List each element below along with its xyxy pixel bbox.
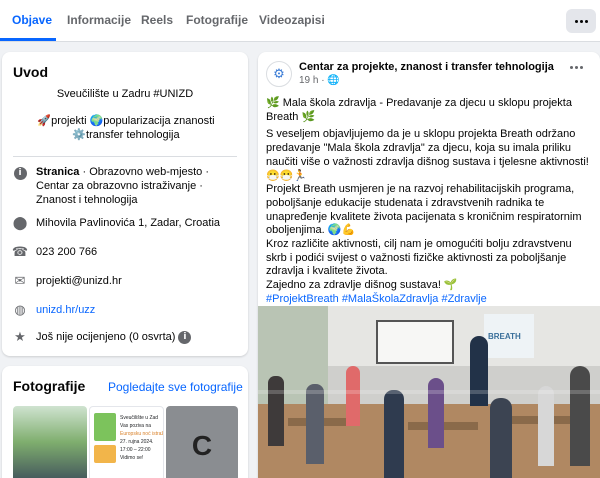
poster-text: Vas poziva na xyxy=(120,423,152,429)
post-timestamp[interactable]: 19 h · 🌐 xyxy=(299,75,340,86)
post-body: 🌿 Mala škola zdravlja - Predavanje za dj… xyxy=(266,97,594,334)
post-closing: Zajedno za zdravlje dišnog sustava! 🌱 xyxy=(266,279,458,292)
post-title-line: 🌿 Mala škola zdravlja - Predavanje za dj… xyxy=(266,97,572,123)
post-paragraph: Kroz različite aktivnosti, cilj nam je o… xyxy=(266,238,572,278)
poster-text: Europsku noć istraž xyxy=(120,431,164,437)
poster-graphic xyxy=(94,413,116,441)
tab-objave[interactable]: Objave xyxy=(12,13,52,27)
post-photo[interactable]: BREATH xyxy=(258,306,600,478)
banner: BREATH xyxy=(484,314,534,358)
tab-fotografije[interactable]: Fotografije xyxy=(186,13,248,27)
photo-thumbnail[interactable]: C xyxy=(166,406,238,478)
tab-informacije[interactable]: Informacije xyxy=(67,13,131,27)
address-text: Mihovila Pavlinovića 1, Zadar, Croatia xyxy=(36,217,221,229)
thumbnail-letter: C xyxy=(191,430,213,461)
active-tab-indicator xyxy=(0,38,56,41)
more-icon xyxy=(574,19,588,23)
location-pin-icon: ⬤ xyxy=(12,216,28,231)
intro-card: Uvod Sveučilište u Zadru #UNIZD 🚀projekt… xyxy=(2,52,248,356)
post-options-button[interactable] xyxy=(570,66,583,69)
intro-bio-line1: Sveučilište u Zadru #UNIZD xyxy=(56,88,194,100)
tab-videozapisi[interactable]: Videozapisi xyxy=(259,13,325,27)
intro-divider xyxy=(13,156,237,157)
tab-reels[interactable]: Reels xyxy=(141,13,173,27)
post-author[interactable]: Centar za projekte, znanost i transfer t… xyxy=(299,61,554,73)
phone-icon: ☎ xyxy=(11,245,29,260)
banner-text: BREATH xyxy=(488,332,521,341)
website-link[interactable]: unizd.hr/uzz xyxy=(36,303,240,317)
poster-text: 17:00 – 22:00 xyxy=(120,447,151,453)
post-paragraph: S veseljem objavljujemo da je u sklopu p… xyxy=(266,128,589,182)
poster-text: Sveučilište u Zad xyxy=(120,415,159,421)
intro-title: Uvod xyxy=(13,64,48,80)
page-label: Stranica xyxy=(36,166,80,178)
post-paragraph: Projekt Breath usmjeren je na razvoj reh… xyxy=(266,183,582,237)
rating-label: Još nije ocijenjeno (0 osvrta) xyxy=(36,331,176,343)
gear-logo-icon[interactable]: ⚙ xyxy=(266,61,292,87)
photos-card: Fotografije Pogledajte sve fotografije S… xyxy=(2,366,248,478)
photo-thumbnail[interactable]: Sveučilište u Zad Vas poziva na Europsku… xyxy=(89,406,164,478)
intro-bio-line2: 🚀projekti 🌍popularizacija znanosti ⚙️tra… xyxy=(37,115,215,141)
phone-text: 023 200 766 xyxy=(36,246,98,258)
globe-icon: ◍ xyxy=(14,303,26,318)
more-tabs-button[interactable] xyxy=(566,9,596,33)
poster-text: 27. rujna 2024. xyxy=(120,439,154,445)
email-text: projekti@unizd.hr xyxy=(36,275,122,287)
more-icon xyxy=(570,66,583,69)
star-icon: ★ xyxy=(14,330,26,345)
photos-title: Fotografije xyxy=(13,378,86,394)
info-icon: i xyxy=(12,165,28,181)
post-card: ⚙ Centar za projekte, znanost i transfer… xyxy=(258,52,600,478)
profile-tab-bar: Objave Informacije Reels Fotografije Vid… xyxy=(0,0,600,42)
see-all-photos-link[interactable]: Pogledajte sve fotografije xyxy=(108,380,243,394)
poster-graphic xyxy=(94,445,116,463)
rating-info-icon[interactable]: i xyxy=(178,330,192,344)
photo-thumbnail[interactable] xyxy=(13,406,87,478)
email-icon: ✉ xyxy=(14,274,26,289)
poster-text: Vidimo se! xyxy=(120,455,144,461)
rating-text: Još nije ocijenjeno (0 osvrta) i xyxy=(36,330,240,344)
